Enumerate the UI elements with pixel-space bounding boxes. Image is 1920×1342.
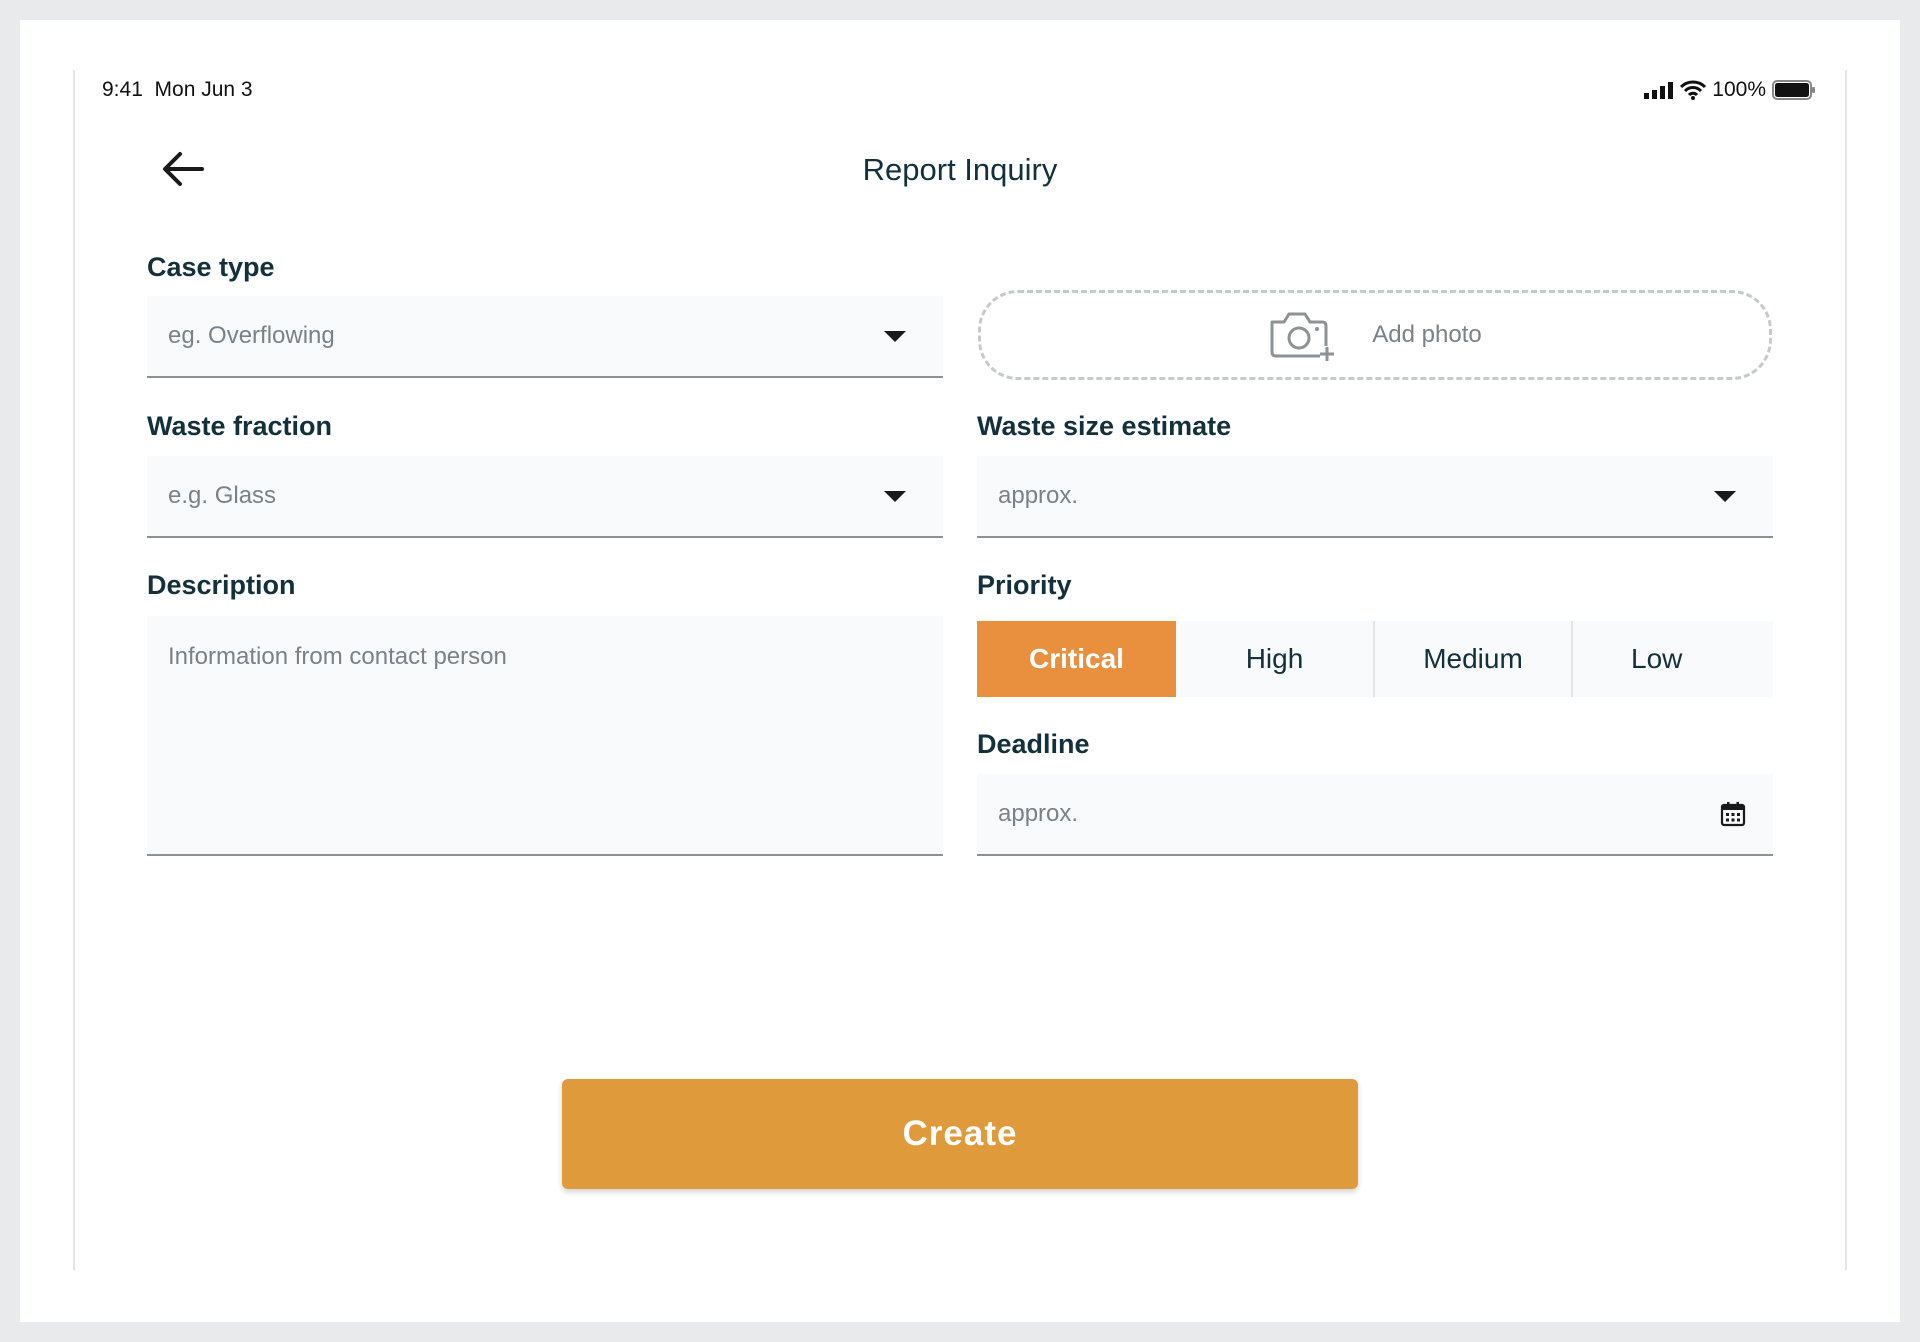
priority-option-low[interactable]: Low — [1571, 621, 1773, 697]
battery-percent: 100% — [1712, 78, 1766, 101]
priority-segmented-control: Critical High Medium Low — [977, 621, 1773, 697]
status-time: 9:41 — [102, 78, 143, 101]
add-photo-button[interactable]: Add photo — [978, 290, 1772, 380]
create-button[interactable]: Create — [562, 1079, 1358, 1189]
cellular-signal-icon — [1644, 82, 1674, 99]
waste-fraction-label: Waste fraction — [147, 411, 333, 441]
chevron-down-icon — [1714, 491, 1736, 502]
description-placeholder: Information from contact person — [168, 643, 507, 670]
deadline-label: Deadline — [977, 729, 1090, 759]
add-photo-label: Add photo — [1372, 321, 1482, 348]
case-type-select[interactable]: eg. Overflowing — [147, 296, 943, 378]
case-type-label: Case type — [147, 252, 275, 282]
deadline-date-field[interactable]: approx. — [977, 774, 1773, 856]
deadline-placeholder: approx. — [998, 800, 1079, 827]
waste-size-label: Waste size estimate — [977, 411, 1232, 441]
description-label: Description — [147, 570, 296, 600]
screen-edge-right — [1845, 70, 1847, 1270]
priority-option-critical[interactable]: Critical — [977, 621, 1176, 697]
status-bar-time: 9:41 Mon Jun 3 — [102, 78, 253, 102]
chevron-down-icon — [884, 491, 906, 502]
battery-icon — [1772, 80, 1815, 100]
description-textarea[interactable]: Information from contact person — [147, 616, 943, 856]
wifi-icon — [1680, 80, 1707, 100]
waste-fraction-select[interactable]: e.g. Glass — [147, 456, 943, 538]
waste-size-select[interactable]: approx. — [977, 456, 1773, 538]
chevron-down-icon — [884, 331, 906, 342]
priority-option-high[interactable]: High — [1176, 621, 1373, 697]
case-type-placeholder: eg. Overflowing — [168, 322, 335, 349]
status-date: Mon Jun 3 — [154, 78, 253, 101]
status-bar-indicators: 100% — [1644, 78, 1816, 102]
priority-option-medium[interactable]: Medium — [1373, 621, 1571, 697]
waste-size-placeholder: approx. — [998, 482, 1079, 509]
page-title: Report Inquiry — [862, 152, 1058, 187]
camera-plus-icon — [1270, 312, 1335, 361]
waste-fraction-placeholder: e.g. Glass — [168, 482, 277, 509]
priority-label: Priority — [977, 570, 1072, 600]
calendar-icon[interactable] — [1719, 800, 1747, 828]
screen-edge-left — [73, 70, 75, 1270]
